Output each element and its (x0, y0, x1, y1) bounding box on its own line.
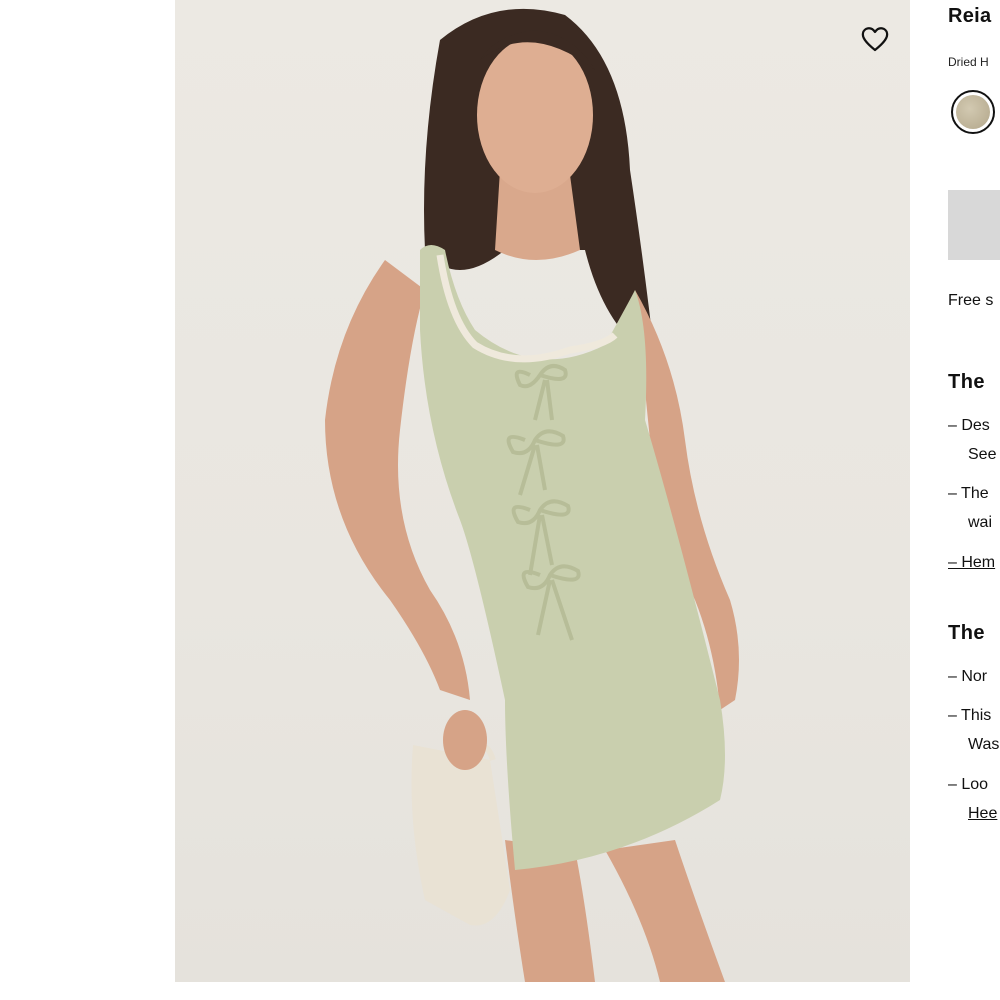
swatch-fill (956, 95, 990, 129)
care-bullet: – Loo (948, 776, 989, 793)
care-bullet-cont: Was (968, 736, 1000, 753)
care-bullet: – Nor (948, 668, 988, 685)
color-swatch[interactable] (951, 90, 995, 134)
selected-color-name: Dried H (948, 55, 989, 69)
details-heading: The (948, 371, 986, 393)
shipping-text: Free s (948, 292, 994, 309)
add-to-bag-button[interactable] (948, 190, 1000, 260)
details-bullet-cont: wai (968, 514, 993, 531)
details-bullet-cont: See (968, 446, 997, 463)
model-illustration (325, 8, 739, 982)
details-bullet: – The (948, 485, 989, 502)
product-image[interactable] (175, 0, 910, 982)
care-bullet: – This (948, 707, 992, 724)
product-info-panel: Reia Dried H Free s The – Des See – The … (948, 0, 1000, 1000)
details-link[interactable]: – Hem (948, 553, 995, 573)
details-bullet: – Des (948, 417, 990, 434)
care-heading: The (948, 622, 986, 644)
product-title: Reia (948, 5, 992, 27)
heart-icon (861, 27, 889, 52)
wishlist-heart-button[interactable] (856, 20, 894, 58)
care-link[interactable]: Hee (968, 804, 997, 824)
